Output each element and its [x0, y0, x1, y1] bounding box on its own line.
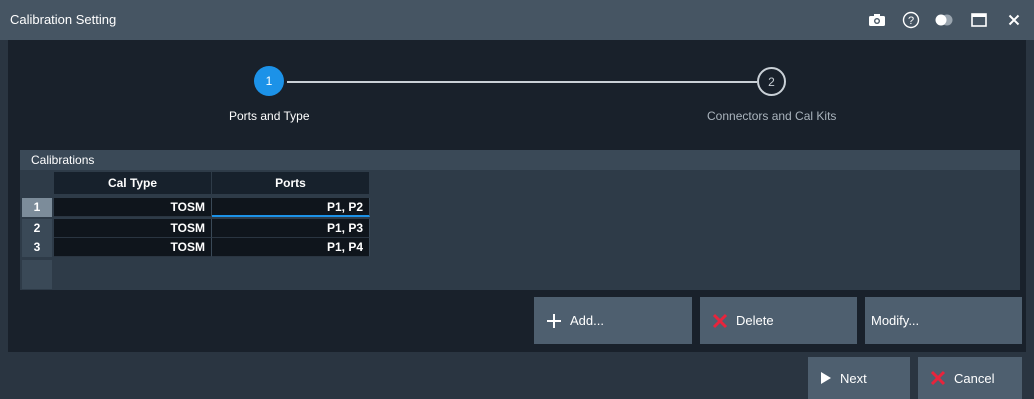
cell-ports-2[interactable]: P1, P3: [212, 219, 370, 238]
delete-button[interactable]: Delete: [700, 297, 857, 344]
step-1-label: Ports and Type: [229, 109, 310, 123]
step-1-number: 1: [265, 74, 273, 88]
row-index-2[interactable]: 2: [22, 219, 52, 238]
calibrations-header: Calibrations: [20, 150, 1020, 170]
cell-ports-3[interactable]: P1, P4: [212, 238, 370, 257]
title-bar: Calibration Setting ?: [0, 0, 1034, 40]
modify-button-label: Modify...: [871, 313, 920, 328]
help-icon[interactable]: ?: [900, 10, 922, 30]
cancel-button-label: Cancel: [954, 370, 995, 386]
plus-icon: [546, 313, 562, 329]
camera-icon[interactable]: [866, 10, 888, 30]
step-2-label: Connectors and Cal Kits: [707, 109, 837, 123]
cell-cal-type-3[interactable]: TOSM: [54, 238, 212, 257]
column-header-ports[interactable]: Ports: [212, 172, 369, 194]
column-header-cal-type[interactable]: Cal Type: [54, 172, 211, 194]
next-button-label: Next: [840, 370, 867, 386]
row-index-1[interactable]: 1: [22, 198, 52, 217]
row-index-empty: [22, 260, 52, 289]
step-1-indicator[interactable]: 1: [254, 66, 284, 96]
play-icon: [820, 371, 832, 385]
step-2-number: 2: [768, 74, 775, 89]
cell-ports-1[interactable]: P1, P2: [212, 198, 370, 217]
cancel-button[interactable]: Cancel: [918, 357, 1022, 399]
maximize-icon[interactable]: [968, 10, 990, 30]
cell-cal-type-1[interactable]: TOSM: [54, 198, 212, 217]
window-title: Calibration Setting: [10, 12, 117, 27]
step-2-indicator[interactable]: 2: [757, 67, 786, 96]
cell-cal-type-2[interactable]: TOSM: [54, 219, 212, 238]
row-index-3[interactable]: 3: [22, 238, 52, 257]
toggle-icon[interactable]: [933, 10, 955, 30]
add-button-label: Add...: [570, 313, 604, 328]
cancel-x-icon: [930, 370, 946, 386]
delete-x-icon: [712, 313, 728, 329]
modify-button[interactable]: Modify...: [865, 297, 1022, 344]
svg-text:?: ?: [908, 15, 914, 27]
stepper-connector: [287, 81, 757, 83]
close-icon[interactable]: [1003, 10, 1025, 30]
delete-button-label: Delete: [736, 313, 774, 328]
next-button[interactable]: Next: [808, 357, 910, 399]
calibrations-title: Calibrations: [31, 153, 95, 167]
add-button[interactable]: Add...: [534, 297, 692, 344]
